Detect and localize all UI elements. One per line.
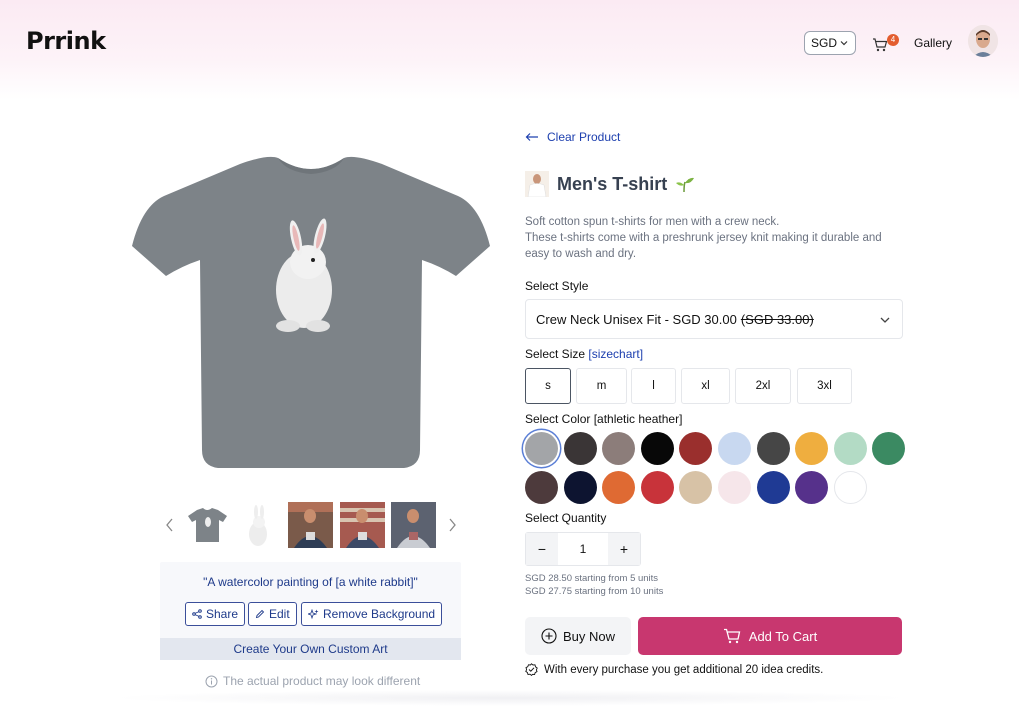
color-label: Select Color [athletic heather] [525,412,683,426]
remove-background-label: Remove Background [323,607,436,621]
color-swatch[interactable] [756,471,790,504]
description-line-2: These t-shirts come with a preshrunk jer… [525,232,882,260]
verified-badge-icon [525,663,538,676]
thumbnail-model-2[interactable] [340,502,385,548]
color-swatch[interactable] [679,432,713,465]
color-swatch[interactable] [525,432,558,465]
product-icon [525,171,549,197]
prompt-panel: "A watercolor painting of [a white rabbi… [160,562,461,660]
description-line-1: Soft cotton spun t-shirts for men with a… [525,216,780,228]
quantity-value[interactable]: 1 [558,533,608,565]
avatar[interactable] [968,25,998,57]
style-value: Crew Neck Unisex Fit - SGD 30.00 [536,311,737,327]
color-swatch[interactable] [525,471,558,504]
color-swatch[interactable] [718,471,751,504]
style-label: Select Style [525,279,589,293]
share-label: Share [206,607,239,621]
color-swatch[interactable] [563,432,597,465]
size-button-m[interactable]: m [576,368,627,404]
chevron-right-icon[interactable] [445,516,459,534]
disclaimer-text: The actual product may look different [223,674,421,688]
thumbnail-shirt[interactable] [185,502,230,548]
cart-button[interactable]: 4 [872,34,900,54]
pencil-icon [255,609,265,619]
color-swatch[interactable] [640,432,674,465]
color-swatch[interactable] [602,471,636,504]
size-button-2xl[interactable]: 2xl [735,368,791,404]
product-title: Men's T-shirt [557,173,668,194]
price-tier-2: SGD 27.75 starting from 10 units [525,586,664,597]
product-description: Soft cotton spun t-shirts for men with a… [525,214,905,262]
chevron-down-icon [840,41,848,46]
cart-icon [723,628,741,644]
cart-icon [873,38,888,52]
style-original-price: (SGD 33.00) [740,311,814,327]
thumbnail-model-1[interactable] [288,502,333,548]
color-swatch[interactable] [795,432,829,465]
sprout-icon [676,177,695,193]
increment-button[interactable]: + [608,533,640,565]
color-swatch[interactable] [718,432,751,465]
credits-text: With every purchase you get additional 2… [544,663,824,676]
color-swatch[interactable] [679,471,713,504]
color-swatch[interactable] [602,432,636,465]
buy-now-button[interactable]: Buy Now [525,617,631,655]
chevron-left-icon[interactable] [163,516,177,534]
size-button-3xl[interactable]: 3xl [797,368,852,404]
size-button-l[interactable]: l [631,368,676,404]
thumbnail-model-3[interactable] [391,502,436,548]
logo[interactable]: Prrink [26,27,106,55]
color-swatch[interactable] [833,432,867,465]
create-custom-art-button[interactable]: Create Your Own Custom Art [160,638,461,660]
arrow-left-icon [525,133,538,141]
gallery-link[interactable]: Gallery [914,36,952,50]
share-button[interactable]: Share [185,602,246,626]
sizechart-link[interactable]: [sizechart] [588,347,643,361]
disclaimer: The actual product may look different [205,674,420,688]
header: Prrink SGD 4 Gallery [0,0,1019,90]
credits-note: With every purchase you get additional 2… [525,663,823,676]
plus-circle-icon [541,628,557,644]
size-label: Select Size [525,347,586,361]
prompt-text: "A watercolor painting of [a white rabbi… [203,575,418,589]
product-title-row: Men's T-shirt [525,171,695,197]
size-button-s[interactable]: s [525,368,571,404]
color-swatch[interactable] [795,471,829,504]
edit-label: Edit [269,607,290,621]
clear-product-link[interactable]: Clear Product [525,130,620,144]
decrement-button[interactable]: − [526,533,558,565]
clear-product-label: Clear Product [547,130,621,144]
bottom-shadow [110,690,910,706]
currency-select[interactable]: SGD [804,31,856,55]
product-main-image [128,150,494,480]
thumbnail-rabbit[interactable] [236,502,281,548]
share-icon [192,609,202,619]
color-swatch[interactable] [872,432,906,465]
quantity-stepper: − 1 + [525,532,641,566]
remove-background-button[interactable]: Remove Background [301,602,443,626]
color-swatch[interactable] [563,471,597,504]
size-button-xl[interactable]: xl [681,368,730,404]
color-swatch[interactable] [756,432,790,465]
sparkle-icon [308,608,319,619]
color-swatch[interactable] [640,471,674,504]
buy-now-label: Buy Now [562,628,616,644]
currency-value: SGD [811,36,838,50]
edit-button[interactable]: Edit [248,602,297,626]
color-swatch[interactable] [833,471,867,504]
cart-count-badge: 4 [887,34,899,46]
info-icon [205,675,218,687]
add-to-cart-label: Add To Cart [748,628,818,644]
size-label-row: Select Size [sizechart] [525,347,643,361]
add-to-cart-button[interactable]: Add To Cart [638,617,902,655]
quantity-label: Select Quantity [525,511,607,525]
chevron-down-icon [880,317,890,323]
price-tier-1: SGD 28.50 starting from 5 units [525,573,659,584]
style-select[interactable]: Crew Neck Unisex Fit - SGD 30.00 (SGD 33… [525,299,903,339]
